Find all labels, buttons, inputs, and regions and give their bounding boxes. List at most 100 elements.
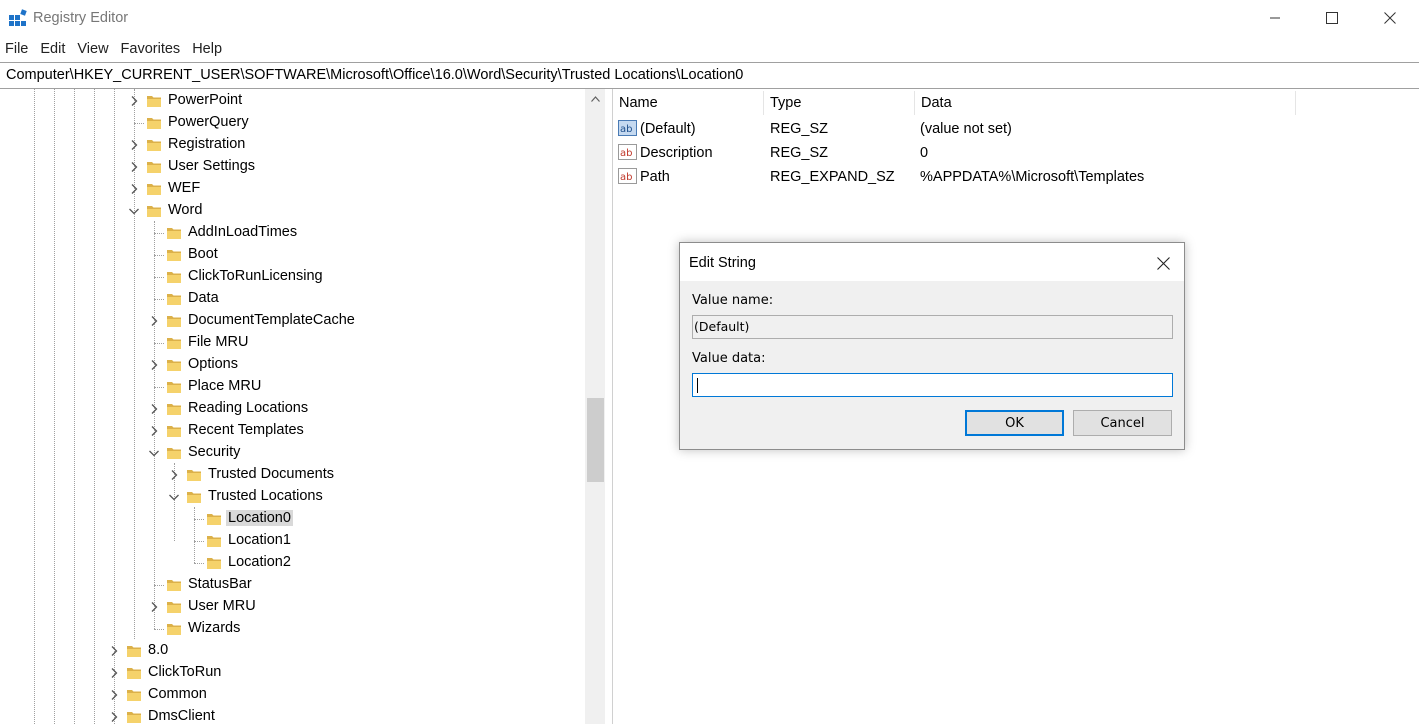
tree-node-label[interactable]: Wizards — [186, 620, 242, 636]
tree-node-label[interactable]: StatusBar — [186, 576, 254, 592]
tree-node-dmsclient[interactable]: DmsClient — [0, 706, 585, 724]
chevron-right-icon[interactable] — [148, 601, 160, 613]
tree-node-label[interactable]: Place MRU — [186, 378, 263, 394]
chevron-right-icon[interactable] — [108, 667, 120, 679]
chevron-right-icon[interactable] — [128, 161, 140, 173]
menu-edit[interactable]: Edit — [34, 38, 71, 62]
value-data-input[interactable] — [692, 373, 1173, 397]
tree-node-wef[interactable]: WEF — [0, 178, 585, 200]
column-header-type[interactable]: Type — [764, 89, 914, 115]
tree-node-label[interactable]: AddInLoadTimes — [186, 224, 299, 240]
cancel-button[interactable]: Cancel — [1073, 410, 1172, 436]
chevron-right-icon[interactable] — [148, 359, 160, 371]
tree-node-label[interactable]: Registration — [166, 136, 247, 152]
chevron-right-icon[interactable] — [148, 315, 160, 327]
chevron-right-icon[interactable] — [108, 645, 120, 657]
tree-node-common[interactable]: Common — [0, 684, 585, 706]
tree-node-label[interactable]: Location2 — [226, 554, 293, 570]
scroll-up-button[interactable] — [585, 89, 605, 109]
maximize-button[interactable] — [1303, 0, 1361, 36]
tree-node-label[interactable]: Security — [186, 444, 242, 460]
dialog-close-button[interactable] — [1150, 251, 1176, 275]
tree-node-label[interactable]: Word — [166, 202, 204, 218]
menu-help[interactable]: Help — [186, 38, 228, 62]
tree-node-label[interactable]: DocumentTemplateCache — [186, 312, 357, 328]
tree-node-addinloadtimes[interactable]: AddInLoadTimes — [0, 222, 585, 244]
chevron-right-icon[interactable] — [148, 425, 160, 437]
ok-button[interactable]: OK — [965, 410, 1064, 436]
value-row[interactable]: ab Description REG_SZ 0 — [613, 141, 1419, 165]
tree-node-location0[interactable]: Location0 — [0, 508, 585, 530]
tree-node-word[interactable]: Word — [0, 200, 585, 222]
tree-node-label[interactable]: ClickToRunLicensing — [186, 268, 325, 284]
chevron-right-icon[interactable] — [148, 403, 160, 415]
chevron-right-icon[interactable] — [168, 469, 180, 481]
tree-node-clicktorun[interactable]: ClickToRun — [0, 662, 585, 684]
column-header-data[interactable]: Data — [915, 89, 1295, 115]
tree-node-label[interactable]: ClickToRun — [146, 664, 223, 680]
tree-node-location1[interactable]: Location1 — [0, 530, 585, 552]
pane-splitter[interactable] — [605, 89, 613, 724]
tree-node-documenttemplatecache[interactable]: DocumentTemplateCache — [0, 310, 585, 332]
chevron-right-icon[interactable] — [128, 183, 140, 195]
tree-node-trusted-locations[interactable]: Trusted Locations — [0, 486, 585, 508]
tree-node-user-settings[interactable]: User Settings — [0, 156, 585, 178]
tree-node-label[interactable]: Trusted Documents — [206, 466, 336, 482]
chevron-right-icon[interactable] — [128, 95, 140, 107]
tree-node-data[interactable]: Data — [0, 288, 585, 310]
tree-node-file-mru[interactable]: File MRU — [0, 332, 585, 354]
tree-node-label[interactable]: Options — [186, 356, 240, 372]
tree-node-label[interactable]: DmsClient — [146, 708, 217, 724]
value-row[interactable]: ab Path REG_EXPAND_SZ %APPDATA%\Microsof… — [613, 165, 1419, 189]
tree-node-clicktorunlicensing[interactable]: ClickToRunLicensing — [0, 266, 585, 288]
tree-node-8-0[interactable]: 8.0 — [0, 640, 585, 662]
minimize-button[interactable] — [1246, 0, 1304, 36]
tree-node-recent-templates[interactable]: Recent Templates — [0, 420, 585, 442]
chevron-down-icon[interactable] — [148, 447, 160, 459]
tree-node-label[interactable]: Reading Locations — [186, 400, 310, 416]
tree-node-label[interactable]: Recent Templates — [186, 422, 306, 438]
chevron-down-icon[interactable] — [128, 205, 140, 217]
tree-node-security[interactable]: Security — [0, 442, 585, 464]
tree-node-registration[interactable]: Registration — [0, 134, 585, 156]
tree-node-user-mru[interactable]: User MRU — [0, 596, 585, 618]
tree-node-powerquery[interactable]: PowerQuery — [0, 112, 585, 134]
close-button[interactable] — [1361, 0, 1419, 36]
tree-node-label[interactable]: PowerQuery — [166, 114, 251, 130]
tree-node-label[interactable]: Boot — [186, 246, 220, 262]
tree-node-label[interactable]: Location0 — [226, 510, 293, 526]
tree-node-label[interactable]: WEF — [166, 180, 202, 196]
tree-node-wizards[interactable]: Wizards — [0, 618, 585, 640]
tree-node-label[interactable]: Location1 — [226, 532, 293, 548]
menu-favorites[interactable]: Favorites — [115, 38, 187, 62]
tree-node-place-mru[interactable]: Place MRU — [0, 376, 585, 398]
chevron-right-icon[interactable] — [128, 139, 140, 151]
tree-node-label[interactable]: Data — [186, 290, 221, 306]
address-path[interactable]: Computer\HKEY_CURRENT_USER\SOFTWARE\Micr… — [6, 67, 743, 83]
menu-file[interactable]: File — [0, 38, 34, 62]
tree-node-label[interactable]: 8.0 — [146, 642, 170, 658]
tree-node-statusbar[interactable]: StatusBar — [0, 574, 585, 596]
chevron-right-icon[interactable] — [108, 689, 120, 701]
tree-node-location2[interactable]: Location2 — [0, 552, 585, 574]
chevron-right-icon[interactable] — [108, 711, 120, 723]
column-divider[interactable] — [1295, 91, 1296, 115]
value-row[interactable]: ab (Default) REG_SZ (value not set) — [613, 117, 1419, 141]
tree-node-label[interactable]: File MRU — [186, 334, 250, 350]
tree-node-options[interactable]: Options — [0, 354, 585, 376]
tree-node-reading-locations[interactable]: Reading Locations — [0, 398, 585, 420]
tree-node-powerpoint[interactable]: PowerPoint — [0, 90, 585, 112]
tree-node-label[interactable]: PowerPoint — [166, 92, 244, 108]
tree-node-trusted-documents[interactable]: Trusted Documents — [0, 464, 585, 486]
chevron-down-icon[interactable] — [168, 491, 180, 503]
tree-node-label[interactable]: User Settings — [166, 158, 257, 174]
tree-node-boot[interactable]: Boot — [0, 244, 585, 266]
tree-node-label[interactable]: Trusted Locations — [206, 488, 325, 504]
tree-scrollbar[interactable] — [585, 89, 605, 724]
menu-view[interactable]: View — [71, 38, 114, 62]
tree-node-label[interactable]: User MRU — [186, 598, 258, 614]
column-header-name[interactable]: Name — [613, 89, 763, 115]
tree-node-label[interactable]: Common — [146, 686, 209, 702]
address-bar[interactable]: Computer\HKEY_CURRENT_USER\SOFTWARE\Micr… — [0, 62, 1419, 89]
scrollbar-thumb[interactable] — [587, 398, 604, 482]
